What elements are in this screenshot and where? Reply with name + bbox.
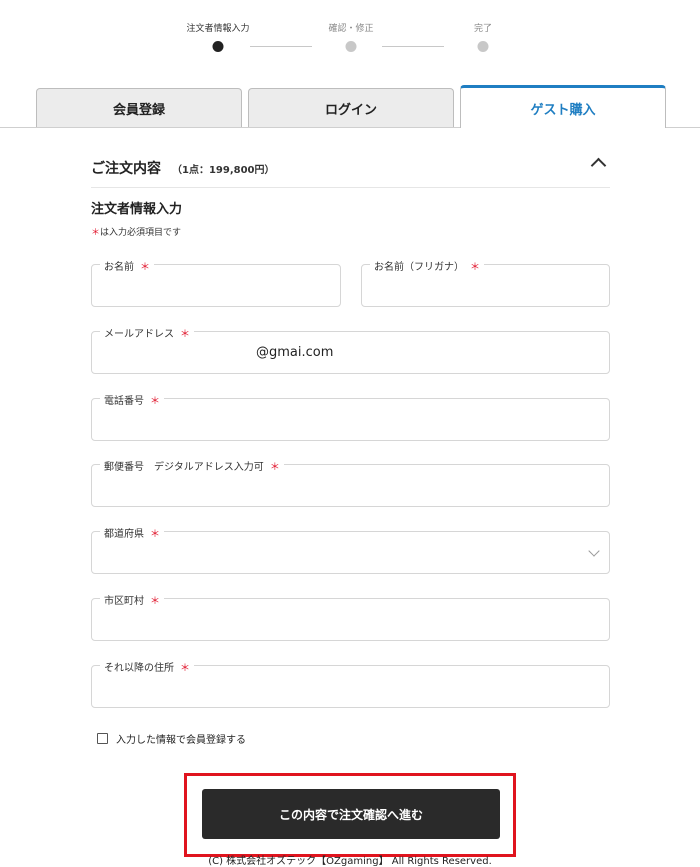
city-label: 市区町村＊ xyxy=(100,592,164,607)
city-field[interactable] xyxy=(91,598,610,641)
email-label: メールアドレス＊ xyxy=(100,325,194,340)
required-note: ＊は入力必須項目です xyxy=(91,225,181,238)
order-summary-toggle[interactable]: ご注文内容 （1点：199,800円） xyxy=(91,150,610,188)
phone-field[interactable] xyxy=(91,398,610,441)
chevron-up-icon xyxy=(590,157,607,174)
order-summary-count: （1点：199,800円） xyxy=(172,165,275,176)
email-value: @gmai.com xyxy=(256,345,334,360)
step-dot xyxy=(477,41,489,52)
tab-login[interactable]: ログイン xyxy=(248,88,454,127)
register-member-option[interactable]: 入力した情報で会員登録する xyxy=(97,731,246,746)
form-title: 注文者情報入力 xyxy=(91,202,183,217)
register-member-label: 入力した情報で会員登録する xyxy=(116,735,246,746)
phone-label: 電話番号＊ xyxy=(100,392,164,407)
footer-copyright: (C) 株式会社オズテック【OZgaming】 All Rights Reser… xyxy=(208,856,492,867)
order-summary-title: ご注文内容 xyxy=(91,161,161,177)
required-note-text: は入力必須項目です xyxy=(100,228,182,238)
checkout-progress: 注文者情報入力 確認・修正 完了 xyxy=(0,0,700,70)
name-kana-label: お名前（フリガナ）＊ xyxy=(370,258,484,273)
step-connector xyxy=(250,46,312,47)
step-label-confirm: 確認・修正 xyxy=(328,24,374,34)
prefecture-label: 都道府県＊ xyxy=(100,525,164,540)
step-label-input: 注文者情報入力 xyxy=(186,24,250,34)
step-label-complete: 完了 xyxy=(473,24,493,34)
tab-member-register[interactable]: 会員登録 xyxy=(36,88,242,127)
name-label: お名前＊ xyxy=(100,258,154,273)
step-dot xyxy=(345,41,357,52)
proceed-to-confirm-button[interactable]: この内容で注文確認へ進む xyxy=(202,789,500,839)
register-member-checkbox[interactable] xyxy=(97,733,108,744)
step-connector xyxy=(382,46,444,47)
required-mark: ＊ xyxy=(91,228,101,238)
address-label: それ以降の住所＊ xyxy=(100,659,194,674)
postal-code-label: 郵便番号 デジタルアドレス入力可＊ xyxy=(100,458,284,473)
step-dot-current xyxy=(212,41,224,52)
chevron-down-icon xyxy=(588,545,600,557)
tab-guest-purchase[interactable]: ゲスト購入 xyxy=(460,85,666,128)
prefecture-select[interactable] xyxy=(91,531,610,574)
